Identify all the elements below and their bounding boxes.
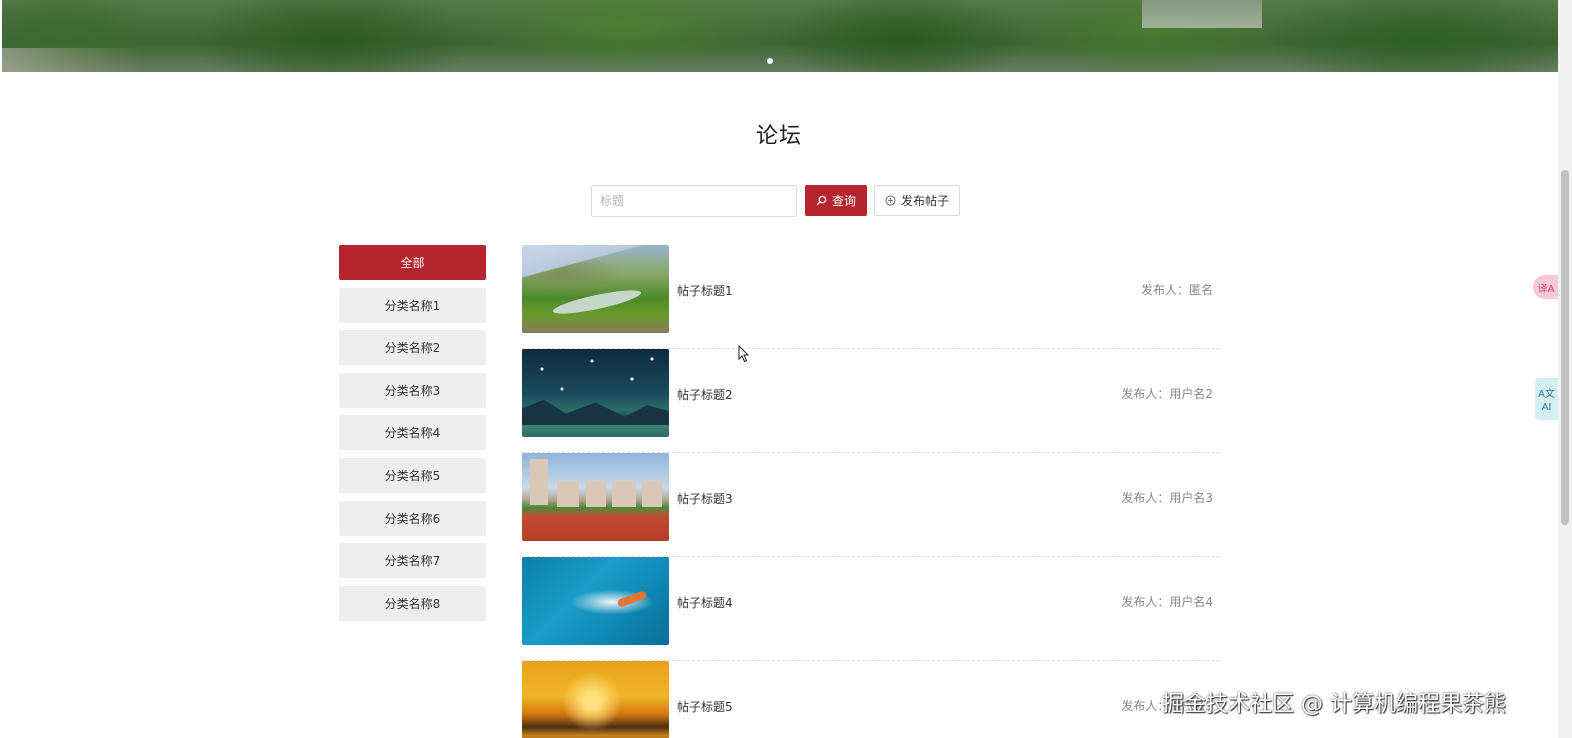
- scrollbar-thumb[interactable]: [1561, 170, 1569, 525]
- publish-post-button[interactable]: 发布帖子: [874, 185, 960, 216]
- post-author: 发布人：用户名4: [1121, 595, 1213, 609]
- post-item[interactable]: 帖子标题5 发布人：用户名5: [522, 661, 1220, 738]
- post-item[interactable]: 帖子标题3 发布人：用户名3: [522, 453, 1220, 557]
- category-sidebar: 全部 分类名称1 分类名称2 分类名称3 分类名称4 分类名称5 分类名称6 分…: [339, 245, 486, 628]
- post-author: 发布人：用户名2: [1121, 387, 1213, 401]
- post-author: 发布人：匿名: [1140, 283, 1213, 297]
- post-thumbnail[interactable]: [522, 557, 669, 645]
- post-item[interactable]: 帖子标题2 发布人：用户名2: [522, 349, 1220, 453]
- category-item[interactable]: 分类名称6: [339, 500, 486, 536]
- post-title[interactable]: 帖子标题1: [677, 282, 733, 299]
- mouse-cursor-icon: [738, 345, 750, 363]
- hero-banner: [2, 0, 1558, 72]
- translate-widget[interactable]: 译A: [1533, 275, 1559, 299]
- post-thumbnail[interactable]: [522, 349, 669, 437]
- add-circle-icon: [885, 195, 896, 206]
- query-button-label: 查询: [831, 194, 856, 208]
- post-title[interactable]: 帖子标题2: [677, 386, 733, 403]
- translate-icon: 译A: [1537, 283, 1555, 295]
- banner-path: [2, 48, 142, 72]
- watermark: 掘金技术社区 @ 计算机编程果茶熊: [1162, 692, 1506, 717]
- ai-label: AI: [1541, 402, 1552, 413]
- category-item[interactable]: 分类名称4: [339, 415, 486, 451]
- category-item[interactable]: 分类名称3: [339, 372, 486, 408]
- category-item[interactable]: 分类名称8: [339, 585, 486, 621]
- search-input[interactable]: [591, 185, 797, 217]
- category-item[interactable]: 分类名称1: [339, 287, 486, 323]
- category-all[interactable]: 全部: [339, 245, 486, 280]
- ai-assistant-widget[interactable]: A文 AI: [1535, 378, 1558, 420]
- publish-post-button-label: 发布帖子: [900, 194, 949, 208]
- category-item[interactable]: 分类名称2: [339, 330, 486, 366]
- post-thumbnail[interactable]: [522, 453, 669, 541]
- banner-road: [1142, 0, 1262, 28]
- post-item[interactable]: 帖子标题1 发布人：匿名: [522, 245, 1220, 349]
- category-item[interactable]: 分类名称5: [339, 457, 486, 493]
- post-title[interactable]: 帖子标题3: [677, 490, 733, 507]
- post-author: 发布人：用户名3: [1121, 491, 1213, 505]
- post-item[interactable]: 帖子标题4 发布人：用户名4: [522, 557, 1220, 661]
- category-item[interactable]: 分类名称7: [339, 543, 486, 579]
- carousel-indicator-dot[interactable]: [767, 58, 773, 64]
- page-title: 论坛: [755, 124, 802, 149]
- page-scrollbar[interactable]: [1558, 0, 1572, 738]
- ai-translate-icon: A文: [1538, 389, 1555, 400]
- search-icon: [816, 195, 827, 206]
- post-thumbnail[interactable]: [522, 245, 669, 333]
- post-thumbnail[interactable]: [522, 661, 669, 738]
- post-title[interactable]: 帖子标题5: [677, 698, 733, 715]
- post-title[interactable]: 帖子标题4: [677, 594, 733, 611]
- post-list: 帖子标题1 发布人：匿名 帖子标题2 发布人：用户名2 帖子标题3 发布人：用户…: [522, 245, 1220, 738]
- query-button[interactable]: 查询: [805, 185, 867, 216]
